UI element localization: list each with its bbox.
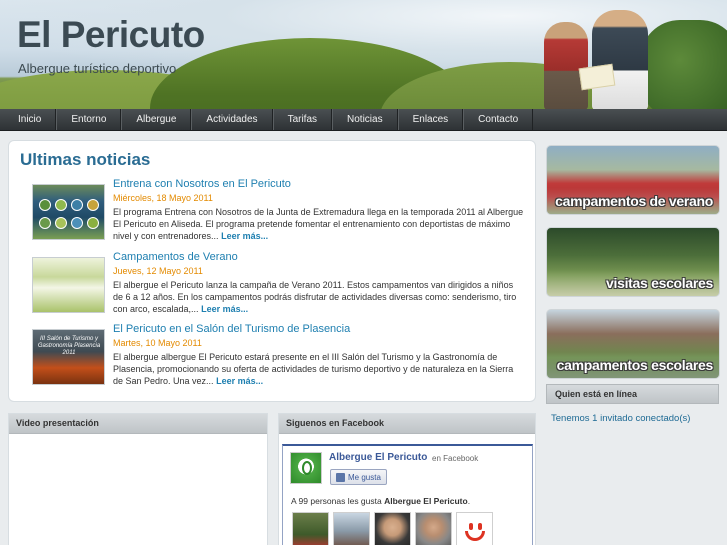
- news-title[interactable]: El Pericuto en el Salón del Turismo de P…: [113, 323, 350, 335]
- thumbs-up-icon: [336, 472, 345, 482]
- thumb-circle: [71, 217, 83, 229]
- thumb-circle: [87, 217, 99, 229]
- nav-item-noticias[interactable]: Noticias: [332, 109, 398, 130]
- news-title[interactable]: Entrena con Nosotros en El Pericuto: [113, 178, 291, 190]
- page-logo-icon[interactable]: [290, 452, 322, 484]
- avatar[interactable]: [292, 512, 329, 545]
- online-status: Tenemos 1 invitado conectado(s): [551, 413, 691, 424]
- read-more-link[interactable]: Leer más...: [221, 231, 268, 241]
- nav-item-inicio[interactable]: Inicio: [4, 109, 57, 130]
- like-button[interactable]: Me gusta: [330, 469, 387, 485]
- banner-label: visitas escolares: [606, 275, 713, 291]
- like-count-page[interactable]: Albergue El Pericuto: [384, 496, 468, 506]
- nav-item-enlaces[interactable]: Enlaces: [397, 109, 464, 130]
- latest-news-panel: Ultimas noticias Entrena con Nosotros en…: [8, 140, 536, 402]
- news-title[interactable]: Campamentos de Verano: [113, 251, 238, 263]
- news-date: Jueves, 12 Mayo 2011: [113, 266, 203, 276]
- read-more-link[interactable]: Leer más...: [216, 376, 263, 386]
- facebook-page-name[interactable]: Albergue El Pericuto: [329, 452, 427, 463]
- hikers-map: [578, 63, 616, 91]
- thumb-circle: [55, 199, 67, 211]
- video-heading: Video presentación: [9, 414, 267, 434]
- thumb-circle: [55, 217, 67, 229]
- smiley-eye: [469, 523, 473, 530]
- thumb-circle: [39, 199, 51, 211]
- news-summary-text: El albergue el Pericuto lanza la campaña…: [113, 280, 517, 314]
- video-panel: Video presentación: [8, 413, 268, 545]
- news-date: Martes, 10 Mayo 2011: [113, 338, 202, 348]
- banner-campamentos-escolares[interactable]: campamentos escolares: [546, 309, 720, 379]
- news-thumbnail[interactable]: [32, 184, 105, 240]
- news-summary: El albergue albergue El Pericuto estará …: [113, 351, 525, 387]
- thumb-caption: III Salón de Turismo y Gastronomía Plase…: [37, 336, 101, 356]
- news-summary-text: El programa Entrena con Nosotros de la J…: [113, 207, 524, 241]
- site-header: El Pericuto Albergue turístico deportivo: [0, 0, 727, 109]
- like-count: A 99 personas les gusta Albergue El Peri…: [291, 496, 470, 506]
- facebook-panel: Siguenos en Facebook Albergue El Pericut…: [278, 413, 536, 545]
- nav-item-entorno[interactable]: Entorno: [56, 109, 122, 130]
- read-more-link[interactable]: Leer más...: [201, 304, 248, 314]
- news-date: Miércoles, 18 Mayo 2011: [113, 193, 213, 203]
- nav-item-contacto[interactable]: Contacto: [463, 109, 534, 130]
- like-count-prefix: A 99 personas les gusta: [291, 496, 385, 506]
- news-summary: El programa Entrena con Nosotros de la J…: [113, 206, 525, 242]
- avatar[interactable]: [374, 512, 411, 545]
- thumb-circle: [71, 199, 83, 211]
- smiley-mouth: [465, 531, 485, 541]
- facebook-suffix[interactable]: en Facebook: [432, 454, 478, 463]
- logo-mark: [302, 461, 312, 475]
- nav-item-albergue[interactable]: Albergue: [121, 109, 192, 130]
- like-count-suffix: .: [467, 496, 471, 506]
- banner-visitas-escolares[interactable]: visitas escolares: [546, 227, 720, 297]
- site-tagline: Albergue turístico deportivo: [18, 61, 177, 76]
- main-nav: Inicio Entorno Albergue Actividades Tari…: [0, 109, 727, 131]
- thumb-circle: [39, 217, 51, 229]
- hiker-man: [592, 10, 648, 109]
- like-label: Me gusta: [348, 472, 381, 482]
- banner-label: campamentos escolares: [556, 357, 714, 373]
- nav-item-tarifas[interactable]: Tarifas: [272, 109, 333, 130]
- thumb-circle: [87, 199, 99, 211]
- news-summary-text: El albergue albergue El Pericuto estará …: [113, 352, 514, 386]
- news-heading: Ultimas noticias: [20, 150, 151, 169]
- header-hikers-photo: [544, 10, 654, 109]
- hiker-woman: [544, 22, 588, 109]
- smiley-eye: [478, 523, 482, 530]
- news-thumbnail[interactable]: III Salón de Turismo y Gastronomía Plase…: [32, 329, 105, 385]
- news-summary: El albergue el Pericuto lanza la campaña…: [113, 279, 525, 315]
- avatar[interactable]: [415, 512, 452, 545]
- site-title[interactable]: El Pericuto: [17, 14, 205, 56]
- nav-item-actividades[interactable]: Actividades: [191, 109, 273, 130]
- fan-avatars: [292, 512, 493, 545]
- avatar[interactable]: [456, 512, 493, 545]
- facebook-heading: Siguenos en Facebook: [279, 414, 535, 434]
- online-heading: Quien está en línea: [546, 384, 719, 404]
- avatar[interactable]: [333, 512, 370, 545]
- banner-campamentos-verano[interactable]: campamentos de verano: [546, 145, 720, 215]
- facebook-like-box: Albergue El Pericuto en Facebook Me gust…: [282, 444, 533, 545]
- banner-label: campamentos de verano: [555, 193, 713, 209]
- news-thumbnail[interactable]: [32, 257, 105, 313]
